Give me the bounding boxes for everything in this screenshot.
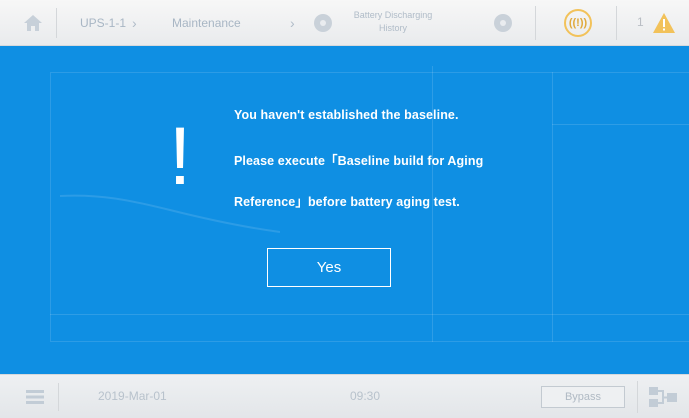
baseline-warning-dialog: ! You haven't established the baseline. …: [0, 46, 689, 374]
system-date: 2019-Mar-01: [98, 389, 167, 403]
yes-button[interactable]: Yes: [267, 248, 391, 287]
breadcrumb-ups[interactable]: UPS-1-1: [80, 8, 126, 38]
system-time: 09:30: [350, 389, 381, 403]
exclamation-icon: !: [168, 111, 192, 202]
divider: [637, 381, 638, 413]
previous-page-button[interactable]: [314, 14, 332, 32]
home-icon: [24, 15, 42, 31]
message-line-2: Please execute「Baseline build for Aging: [234, 154, 484, 168]
breadcrumb-separator-icon: ›: [132, 15, 137, 31]
alarm-button[interactable]: ((!)): [564, 9, 592, 37]
divider: [535, 6, 536, 40]
next-page-button[interactable]: [494, 14, 512, 32]
bottom-bar: 2019-Mar-01 09:30 Bypass: [0, 374, 689, 418]
warning-triangle-icon[interactable]: [652, 12, 676, 34]
flow-diagram-icon[interactable]: [648, 384, 678, 410]
alarm-icon: ((!)): [568, 17, 588, 29]
bypass-button[interactable]: Bypass: [541, 386, 625, 408]
home-button[interactable]: [10, 8, 57, 38]
breadcrumb-current-page: Battery Discharging History: [353, 10, 433, 33]
message-line-3: Reference」before battery aging test.: [234, 195, 460, 209]
divider: [616, 6, 617, 40]
message-line-1: You haven't established the baseline.: [234, 108, 459, 122]
top-bar: UPS-1-1 › Maintenance › Battery Discharg…: [0, 0, 689, 46]
menu-button[interactable]: [12, 383, 59, 411]
breadcrumb-separator-icon: ›: [290, 15, 295, 31]
breadcrumb-maintenance[interactable]: Maintenance: [172, 8, 241, 38]
alert-dialog-backdrop: ! You haven't established the baseline. …: [0, 46, 689, 374]
alarm-count: 1: [637, 15, 644, 29]
menu-icon: [26, 390, 44, 404]
